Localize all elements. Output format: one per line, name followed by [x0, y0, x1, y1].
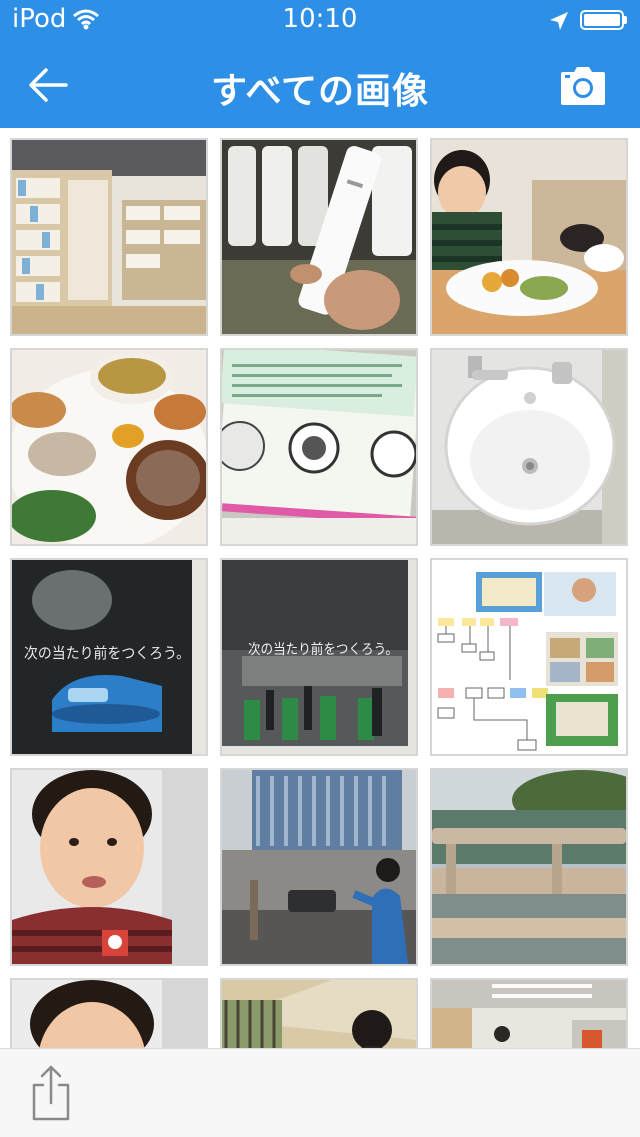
- share-icon: [32, 1065, 70, 1121]
- camera-icon: [561, 67, 605, 105]
- photo-thumbnail-child-lunch[interactable]: [430, 138, 628, 336]
- street-buildings-image: [222, 770, 416, 964]
- bookstore-image: [12, 140, 206, 334]
- photo-thumbnail-boy[interactable]: [10, 768, 208, 966]
- boy-portrait-image: [12, 770, 206, 964]
- station-gates-image: 次の当たり前をつくろう。: [222, 560, 416, 754]
- navigation-header: iPod 10:10 すべての画像: [0, 0, 640, 128]
- photo-thumbnail-cream-tubes[interactable]: [220, 138, 418, 336]
- photo-thumbnail-train-poster[interactable]: 次の当たり前をつくろう。: [10, 558, 208, 756]
- boy-portrait-2-image: [12, 980, 206, 1048]
- child-lunch-image: [432, 140, 626, 334]
- share-button[interactable]: [28, 1063, 74, 1123]
- camera-button[interactable]: [560, 66, 606, 106]
- page-title: すべての画像: [210, 71, 430, 112]
- photo-thumbnail-bookstore[interactable]: [10, 138, 208, 336]
- child-outdoors-image: [222, 980, 416, 1048]
- photo-thumbnail-emblems[interactable]: [220, 348, 418, 546]
- battery-tip: [624, 16, 627, 24]
- river-bridge-image: [432, 770, 626, 964]
- train-poster-caption: 次の当たり前をつくろう。: [24, 644, 190, 662]
- photo-thumbnail-office[interactable]: [430, 978, 628, 1048]
- photo-thumbnail-street[interactable]: [220, 768, 418, 966]
- train-poster-image: 次の当たり前をつくろう。: [12, 560, 206, 754]
- battery-fill: [584, 14, 620, 26]
- battery-icon: [580, 10, 624, 30]
- status-time: 10:10: [282, 4, 358, 34]
- ui-diagram-image: [432, 560, 626, 754]
- photo-thumbnail-boy-2[interactable]: [10, 978, 208, 1048]
- photo-thumbnail-river[interactable]: [430, 768, 628, 966]
- photo-grid: 次の当たり前をつくろう。 次の当たり前をつくろう。: [0, 128, 640, 1048]
- bottom-toolbar: [0, 1048, 640, 1137]
- wash-basin-image: [432, 350, 626, 544]
- food-plate-image: [12, 350, 206, 544]
- office-interior-image: [432, 980, 626, 1048]
- station-poster-caption: 次の当たり前をつくろう。: [248, 641, 398, 658]
- photo-thumbnail-wash-basin[interactable]: [430, 348, 628, 546]
- photo-thumbnail-outdoor[interactable]: [220, 978, 418, 1048]
- cream-tubes-image: [222, 140, 416, 334]
- emblems-image: [222, 350, 416, 544]
- location-arrow-icon: [550, 12, 568, 30]
- photo-thumbnail-station-gates[interactable]: 次の当たり前をつくろう。: [220, 558, 418, 756]
- photo-thumbnail-ui-diagram[interactable]: [430, 558, 628, 756]
- photo-thumbnail-food-plate[interactable]: [10, 348, 208, 546]
